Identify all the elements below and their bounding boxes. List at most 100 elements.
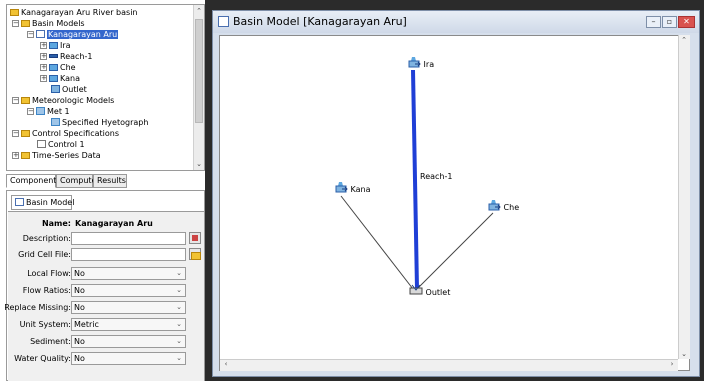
replace-missing-label: Replace Missing: [4, 303, 71, 312]
subbasin-icon [335, 182, 348, 193]
tree-item-basin-models[interactable]: − Basin Models [12, 18, 85, 29]
local-flow-label: Local Flow: [27, 269, 71, 278]
canvas-horizontal-scrollbar[interactable]: ‹ › [220, 359, 678, 371]
canvas-vertical-scrollbar[interactable]: ⌃ ⌄ [678, 35, 690, 359]
scroll-down-icon[interactable]: ⌄ [679, 350, 689, 358]
tree-item-label: Che [60, 63, 76, 72]
collapse-icon[interactable]: − [12, 20, 19, 27]
replace-missing-value: No [74, 303, 85, 312]
scroll-right-icon[interactable]: › [667, 360, 677, 368]
description-edit-icon[interactable] [189, 232, 201, 244]
subbasin-icon [49, 64, 58, 71]
control-spec-icon [37, 140, 46, 148]
sediment-select[interactable]: No ⌄ [71, 335, 186, 348]
local-flow-row: Local Flow: No ⌄ [8, 267, 204, 281]
reach-1-line[interactable] [411, 69, 419, 290]
chevron-down-icon: ⌄ [176, 286, 182, 294]
tree-item-label: Ira [60, 41, 71, 50]
expand-icon[interactable]: + [40, 42, 47, 49]
tree-item-label: Met 1 [47, 107, 70, 116]
close-button[interactable]: ✕ [678, 16, 695, 28]
flow-ratios-value: No [74, 286, 85, 295]
outlet-icon [409, 284, 423, 295]
hyetograph-icon [51, 118, 60, 126]
tree-scrollbar[interactable]: ⌃ ⌄ [193, 5, 204, 170]
window-titlebar[interactable]: Basin Model [Kanagarayan Aru] – ▫ ✕ [213, 11, 699, 33]
grid-cell-file-row: Grid Cell File: [8, 248, 204, 262]
app-root: Kanagarayan Aru River basin − Basin Model… [0, 0, 704, 381]
tree-item-label: Meteorologic Models [32, 96, 115, 105]
outlet-label: Outlet [425, 288, 451, 297]
unit-system-select[interactable]: Metric ⌄ [71, 318, 186, 331]
tree-item-label: Reach-1 [60, 52, 93, 61]
scroll-left-icon[interactable]: ‹ [221, 360, 231, 368]
junction-outlet[interactable]: Outlet [409, 284, 450, 297]
tree-item-label: Kanagarayan Aru River basin [21, 8, 138, 17]
tree-item-che[interactable]: + Che [40, 62, 76, 73]
tree-item-met-1[interactable]: − Met 1 [27, 106, 70, 117]
tree-item-label: Kana [60, 74, 80, 83]
name-label: Name: [41, 219, 71, 228]
tree-item-outlet[interactable]: Outlet [51, 84, 87, 95]
water-quality-value: No [74, 354, 85, 363]
collapse-icon[interactable]: − [27, 31, 34, 38]
flow-ratios-row: Flow Ratios: No ⌄ [8, 284, 204, 298]
subbasin-kana[interactable]: Kana [334, 181, 371, 194]
local-flow-select[interactable]: No ⌄ [71, 267, 186, 280]
subbasin-che[interactable]: Che [487, 199, 519, 212]
scroll-down-icon[interactable]: ⌄ [194, 159, 204, 169]
tree-item-ira[interactable]: + Ira [40, 40, 71, 51]
flow-ratios-label: Flow Ratios: [22, 286, 71, 295]
expand-icon[interactable]: + [40, 64, 47, 71]
tab-results[interactable]: Results [93, 174, 127, 188]
tab-compute[interactable]: Compute [56, 174, 96, 188]
tab-basin-model[interactable]: Basin Model [11, 195, 74, 210]
basin-map-canvas[interactable]: Ira Kana Che Outlet Reach-1 [219, 35, 690, 371]
flow-ratios-select[interactable]: No ⌄ [71, 284, 186, 297]
replace-missing-select[interactable]: No ⌄ [71, 301, 186, 314]
tree-item-control-specifications[interactable]: − Control Specifications [12, 128, 119, 139]
tree-item-basin-kanagarayan[interactable]: − Kanagarayan Aru [27, 29, 119, 40]
folder-icon [21, 20, 30, 27]
basin-links [340, 69, 494, 290]
maximize-button[interactable]: ▫ [662, 16, 677, 28]
expand-icon[interactable]: + [40, 75, 47, 82]
tree-item-control-1[interactable]: Control 1 [37, 139, 85, 150]
tree-item-kana[interactable]: + Kana [40, 73, 80, 84]
subbasin-icon [408, 57, 421, 68]
scroll-up-icon[interactable]: ⌃ [194, 6, 204, 16]
scroll-thumb[interactable] [195, 19, 203, 123]
tree-item-reach-1[interactable]: + Reach-1 [40, 51, 92, 62]
tree-item-meteorologic-models[interactable]: − Meteorologic Models [12, 95, 114, 106]
description-field[interactable] [71, 232, 186, 245]
basin-model-icon [218, 16, 229, 27]
chevron-down-icon: ⌄ [176, 337, 182, 345]
tree-item-project[interactable]: Kanagarayan Aru River basin [10, 7, 138, 18]
tree-item-label: Basin Models [32, 19, 85, 28]
sediment-value: No [74, 337, 85, 346]
outlet-icon [51, 85, 60, 93]
reach-1-label: Reach-1 [420, 172, 453, 181]
grid-cell-file-field[interactable] [71, 248, 186, 261]
grid-cell-file-label: Grid Cell File: [18, 250, 71, 259]
collapse-icon[interactable]: − [12, 130, 19, 137]
collapse-icon[interactable]: − [12, 97, 19, 104]
water-quality-select[interactable]: No ⌄ [71, 352, 186, 365]
tree-item-specified-hyetograph[interactable]: Specified Hyetograph [51, 117, 148, 128]
met-model-icon [36, 107, 45, 115]
expand-icon[interactable]: + [40, 53, 47, 60]
subbasin-ira[interactable]: Ira [407, 56, 434, 69]
tree-item-time-series-data[interactable]: + Time-Series Data [12, 150, 101, 161]
scroll-up-icon[interactable]: ⌃ [679, 36, 689, 44]
collapse-icon[interactable]: − [27, 108, 34, 115]
water-quality-row: Water Quality: No ⌄ [8, 352, 204, 366]
expand-icon[interactable]: + [12, 152, 19, 159]
tab-components[interactable]: Components [6, 174, 61, 188]
open-folder-icon[interactable] [189, 248, 201, 260]
folder-icon [21, 130, 30, 137]
folder-icon [21, 97, 30, 104]
subbasin-icon [49, 75, 58, 82]
minimize-button[interactable]: – [646, 16, 661, 28]
che-label: Che [503, 203, 520, 212]
che-link [416, 212, 494, 290]
